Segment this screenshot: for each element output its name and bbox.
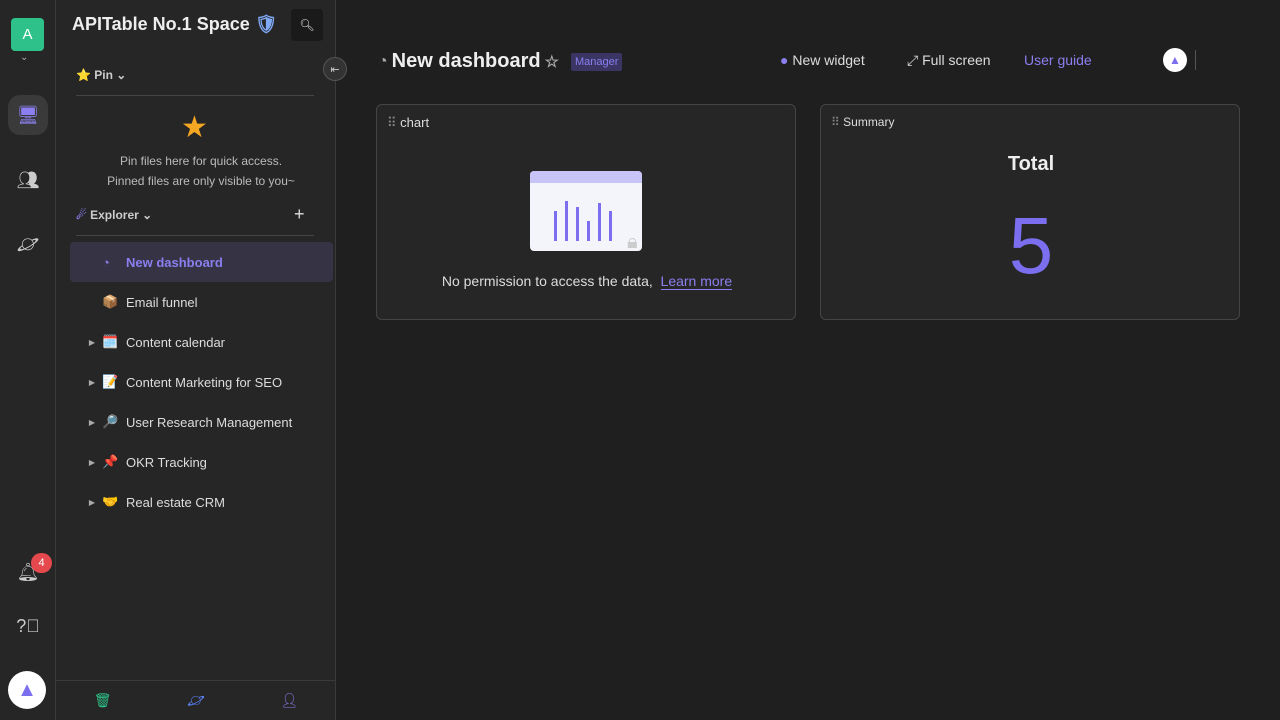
chart-widget[interactable]: ⠿ chart 🔒︎ No permission to access the d… [376, 104, 796, 320]
divider [76, 235, 314, 236]
app-rail: A ⌄ 🖥︎ 👥︎ 🪐︎ 🔔︎ 4 ?⃝ ▲ [0, 0, 56, 720]
sidebar-footer: 🗑︎ 🪐︎ 👤︎ [56, 680, 336, 720]
no-permission-illustration [530, 171, 642, 251]
expand-icon[interactable]: ▶ [82, 338, 102, 347]
expand-icon[interactable]: ▶ [82, 378, 102, 387]
full-screen-label: Full screen [922, 52, 991, 68]
notification-badge: 4 [31, 553, 52, 573]
dashboard-icon: ◔ [102, 254, 110, 270]
chevron-down-icon[interactable]: ⌄ [20, 52, 28, 63]
star-illustration: ★ [181, 111, 208, 144]
contacts-icon[interactable]: 👥︎ [8, 160, 48, 200]
emoji-icon: 🔎 [102, 414, 119, 429]
new-widget-button[interactable]: ● New widget [780, 52, 865, 68]
item-label: Email funnel [126, 294, 198, 310]
trash-icon[interactable]: 🗑︎ [94, 692, 112, 709]
workbench-icon[interactable]: 🖥︎ [8, 95, 48, 135]
item-label: OKR Tracking [126, 454, 207, 470]
emoji-icon: 📝 [102, 374, 119, 389]
expand-icon[interactable]: ▶ [82, 458, 102, 467]
tree-item[interactable]: ▶ 🔎 User Research Management [70, 402, 333, 442]
emoji-icon: 📌 [102, 454, 119, 469]
item-label: Content calendar [126, 334, 226, 350]
apitable-logo[interactable]: ▲ [1163, 48, 1187, 72]
expand-icon[interactable]: ▶ [82, 418, 102, 427]
tree-item[interactable]: 📦 Email funnel [70, 282, 333, 322]
learn-more-link[interactable]: Learn more [660, 273, 733, 290]
star-icon[interactable]: ☆ [545, 52, 559, 72]
search-button[interactable]: 🔍︎ [291, 9, 323, 41]
space-name[interactable]: APITable No.1 Space 🛡 [72, 14, 278, 35]
item-label: Content Marketing for SEO [126, 374, 283, 390]
drag-handle-icon[interactable]: ⠿ [387, 115, 397, 130]
new-widget-label: New widget [792, 52, 865, 68]
pin-section[interactable]: ⭐ Pin ⌄ [76, 68, 126, 82]
invite-member-icon[interactable]: 👤︎ [280, 692, 298, 709]
item-label: Real estate CRM [126, 494, 225, 510]
widget-title: Summary [843, 115, 895, 129]
tree-item[interactable]: ▶ 🗓️ Content calendar [70, 322, 333, 362]
full-screen-button[interactable]: ⤢ Full screen [907, 52, 991, 69]
pin-message: Pin files here for quick access. [119, 154, 283, 168]
summary-label: Total [1007, 153, 1055, 175]
expand-icon: ⤢ [907, 52, 919, 68]
shield-icon: 🛡 [254, 14, 278, 34]
tree-item-new-dashboard[interactable]: ◔ New dashboard [70, 242, 333, 282]
user-avatar[interactable]: ▲ [8, 671, 46, 709]
collapse-sidebar-button[interactable]: ⇤ [323, 57, 347, 81]
space-name-text: APITable No.1 Space [72, 14, 250, 34]
expand-icon[interactable]: ▶ [82, 498, 102, 507]
tree-item[interactable]: ▶ 📌 OKR Tracking [70, 442, 333, 482]
add-circle-icon: ● [780, 52, 789, 68]
pin-message-2: Pinned files are only visible to you~ [107, 174, 295, 188]
summary-value: 5 [1008, 201, 1054, 290]
sidebar: APITable No.1 Space 🛡 🔍︎ ⭐ Pin ⌄ ★ Pin f… [56, 0, 336, 720]
explore-icon[interactable]: 🪐︎ [8, 224, 48, 264]
tree-item[interactable]: ▶ 📝 Content Marketing for SEO [70, 362, 333, 402]
item-label: User Research Management [126, 414, 293, 430]
explorer-label: Explorer [90, 208, 139, 222]
title-text[interactable]: New dashboard [392, 50, 541, 73]
lock-icon: 🔒︎ [627, 231, 638, 253]
widget-header: ⠿ chart [387, 115, 429, 131]
add-icon[interactable]: + [294, 204, 305, 225]
emoji-icon: 🗓️ [102, 334, 119, 349]
widget-header: ⠿ Summary [831, 115, 894, 129]
pin-label: Pin [94, 68, 113, 82]
help-icon[interactable]: ?⃝ [8, 606, 48, 646]
message-text: No permission to access the data, [441, 273, 653, 289]
divider [76, 95, 314, 96]
page-title: ◔ New dashboard ☆ Manager [378, 50, 623, 73]
tree-item[interactable]: ▶ 🤝 Real estate CRM [70, 482, 333, 522]
drag-handle-icon[interactable]: ⠿ [831, 115, 840, 129]
user-guide-link[interactable]: User guide [1024, 52, 1092, 68]
role-badge: Manager [570, 52, 623, 71]
widget-title: chart [400, 115, 430, 130]
emoji-icon: 🤝 [102, 494, 119, 509]
emoji-icon: 📦 [102, 294, 119, 309]
no-permission-message: No permission to access the data, Learn … [377, 273, 797, 290]
explore-template-icon[interactable]: 🪐︎ [187, 692, 205, 709]
divider [1195, 50, 1196, 70]
item-label: New dashboard [126, 254, 223, 270]
space-avatar[interactable]: A [11, 18, 44, 51]
summary-widget[interactable]: ⠿ Summary Total 5 [820, 104, 1240, 320]
explorer-section[interactable]: ☄ Explorer ⌄ [76, 208, 152, 222]
dashboard-icon: ◔ [378, 52, 388, 70]
